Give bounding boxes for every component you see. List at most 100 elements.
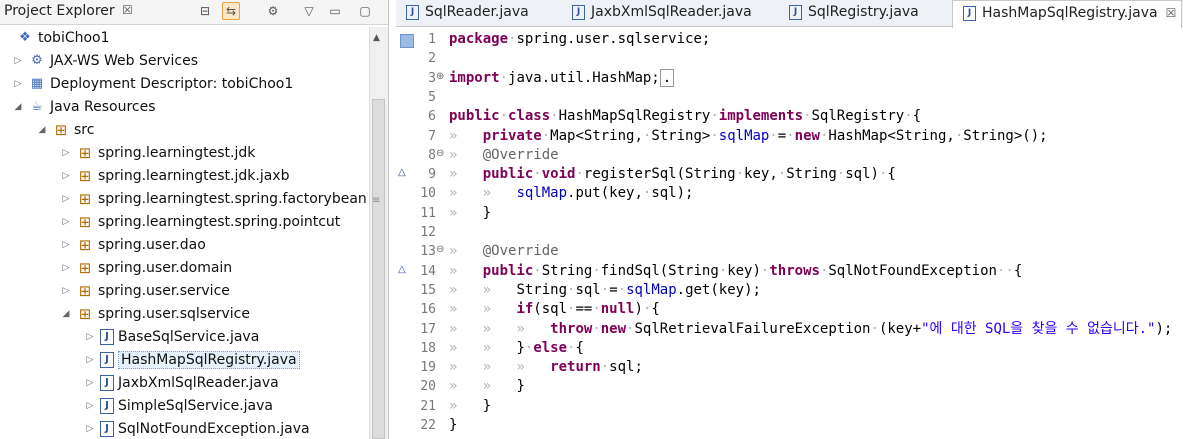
tree-item[interactable]: ▷ ⊞ spring.user.service (60, 280, 230, 303)
code-line[interactable]: public·class·HashMapSqlRegistry·implemen… (449, 107, 921, 126)
tree-item[interactable]: ▷ ▦ Deployment Descriptor: tobiChoo1 (12, 73, 294, 96)
code-line[interactable]: » » } (449, 377, 525, 396)
collapsed-arrow-icon[interactable]: ▷ (60, 257, 72, 280)
code-token: sql) (845, 166, 879, 183)
whitespace-marker: · (710, 127, 719, 144)
whitespace-marker: · (592, 301, 601, 318)
collapsed-arrow-icon[interactable]: ▷ (12, 73, 24, 96)
line-number: 13 (420, 244, 436, 260)
link-with-editor-icon[interactable]: ⇆ (222, 2, 240, 20)
editor-tab-label: SqlRegistry.java (808, 4, 919, 20)
minimize-icon[interactable]: ▭ (326, 2, 344, 20)
explorer-scrollbar[interactable]: ▲ ≡ (369, 27, 388, 439)
collapsed-arrow-icon[interactable]: ▷ (84, 326, 96, 349)
collapsed-arrow-icon[interactable]: ▷ (84, 395, 96, 418)
tree-item[interactable]: ▷ J SqlNotFoundException.java (84, 418, 310, 439)
tree-item[interactable]: ▷ J BaseSqlService.java (84, 326, 259, 349)
tree-item[interactable]: ▷ ⊞ spring.learningtest.jdk (60, 142, 256, 165)
tree-item[interactable]: ▷ J SimpleSqlService.java (84, 395, 273, 418)
tree-item[interactable]: ▷ J JaxbXmlSqlReader.java (84, 372, 279, 395)
collapse-fold-icon[interactable]: ⊖ (436, 148, 444, 159)
collapsed-arrow-icon[interactable]: ▷ (84, 349, 96, 372)
line-number: 5 (428, 89, 436, 105)
code-line[interactable]: » @Override (449, 146, 559, 165)
line-number: 7 (428, 128, 436, 144)
maximize-icon[interactable]: ▢ (356, 2, 374, 20)
collapsed-arrow-icon[interactable]: ▷ (84, 418, 96, 439)
code-token: (sql (533, 301, 568, 318)
collapsed-arrow-icon[interactable]: ▷ (60, 165, 72, 188)
source-folder-icon: ⊞ (54, 121, 68, 139)
expanded-arrow-icon[interactable]: ◢ (36, 119, 48, 142)
editor-tab[interactable]: J SqlReader.java (396, 0, 560, 26)
code-line[interactable]: » @Override (449, 242, 559, 261)
line-number: 20 (420, 379, 436, 395)
tree-item[interactable]: ◢ ☕ Java Resources (12, 96, 156, 119)
code-line[interactable]: package·spring.user.sqlservice; (449, 30, 710, 49)
tree-item[interactable]: ❖ tobiChoo1 (0, 27, 109, 50)
project-explorer-title: Project Explorer (4, 3, 115, 19)
java-file-icon: J (572, 4, 585, 20)
whitespace-marker: ·· (996, 262, 1014, 279)
scroll-thumb[interactable] (372, 99, 385, 439)
line-number: 22 (420, 418, 436, 433)
view-menu-icon[interactable]: ▽ (300, 2, 318, 20)
code-line[interactable]: » private·Map<String,·String>·sqlMap·=·n… (449, 127, 1048, 146)
close-icon[interactable]: ☒ (122, 3, 133, 17)
filter-icon[interactable]: ⚙ (264, 2, 282, 20)
editor-tab[interactable]: J SqlRegistry.java (779, 0, 950, 26)
tree-item[interactable]: ▷ J HashMapSqlRegistry.java (84, 349, 300, 372)
code-keyword: implements (718, 108, 804, 125)
collapsed-arrow-icon[interactable]: ▷ (60, 234, 72, 257)
whitespace-marker: » (449, 146, 483, 163)
tree-item[interactable]: ◢ ⊞ src (36, 119, 95, 142)
code-token: String> (651, 127, 711, 144)
collapsed-arrow-icon[interactable]: ▷ (60, 280, 72, 303)
code-line[interactable]: } (449, 416, 457, 435)
code-line[interactable]: » } (449, 397, 491, 416)
code-token: (key+ (878, 320, 922, 337)
code-line[interactable]: » public·void·registerSql(String·key,·St… (449, 165, 896, 184)
collapsed-arrow-icon[interactable]: ▷ (60, 211, 72, 234)
collapsed-arrow-icon[interactable]: ▷ (12, 50, 24, 73)
override-marker-icon[interactable]: △ (398, 264, 406, 275)
code-line[interactable]: » » sqlMap.put(key,·sql); (449, 184, 693, 203)
code-line[interactable]: » » » return·sql; (449, 358, 643, 377)
expanded-arrow-icon[interactable]: ◢ (60, 303, 72, 326)
scroll-up-arrow-icon[interactable]: ▲ (373, 33, 380, 43)
package-icon: ⊞ (78, 259, 92, 277)
java-file-icon: J (963, 5, 976, 21)
expanded-arrow-icon[interactable]: ◢ (12, 96, 24, 119)
tree-item[interactable]: ▷ ⊞ spring.user.dao (60, 234, 206, 257)
collapsed-arrow-icon[interactable]: ▷ (60, 142, 72, 165)
editor-tab[interactable]: J HashMapSqlRegistry.java ☒ (952, 0, 1182, 28)
code-keyword: private (482, 127, 542, 144)
tree-item[interactable]: ▷ ⊞ spring.learningtest.jdk.jaxb (60, 165, 290, 188)
code-area[interactable]: package·spring.user.sqlservice; import·ja… (449, 30, 1183, 439)
code-token: } (482, 204, 492, 221)
tree-item[interactable]: ▷ ⚙ JAX-WS Web Services (12, 50, 199, 73)
tree-item[interactable]: ◢ ⊞ spring.user.sqlservice (60, 303, 250, 326)
tree-item[interactable]: ▷ ⊞ spring.learningtest.spring.factorybean (60, 188, 367, 211)
editor-tab-label: SqlReader.java (425, 4, 529, 20)
java-file-icon: J (100, 352, 114, 368)
tree-item[interactable]: ▷ ⊞ spring.user.domain (60, 257, 233, 280)
close-tab-icon[interactable]: ☒ (1166, 6, 1177, 20)
code-line[interactable]: import·java.util.HashMap;. (449, 68, 675, 88)
expand-fold-icon[interactable]: ⊕ (436, 71, 444, 82)
code-line[interactable]: » » String·sql·=·sqlMap.get(key); (449, 281, 761, 300)
collapsed-arrow-icon[interactable]: ▷ (84, 372, 96, 395)
tree-item[interactable]: ▷ ⊞ spring.learningtest.spring.pointcut (60, 211, 341, 234)
code-line[interactable]: » public·String·findSql(String·key)·thro… (449, 262, 1022, 281)
code-line[interactable]: » » » throw·new·SqlRetrievalFailureExcep… (449, 320, 1172, 339)
collapse-fold-icon[interactable]: ⊖ (436, 244, 444, 255)
collapse-all-icon[interactable]: ⊟ (196, 2, 214, 20)
code-line[interactable]: » » if(sql·==·null)·{ (449, 300, 660, 319)
override-marker-icon[interactable]: △ (398, 167, 406, 178)
code-line[interactable]: » » }·else·{ (449, 339, 584, 358)
code-line[interactable]: » } (449, 204, 491, 223)
code-token: } (449, 417, 458, 433)
editor-tab-bar: J SqlReader.java J JaxbXmlSqlReader.java J Sq… (396, 0, 1183, 28)
collapsed-arrow-icon[interactable]: ▷ (60, 188, 72, 211)
editor-tab[interactable]: J JaxbXmlSqlReader.java (562, 0, 777, 26)
